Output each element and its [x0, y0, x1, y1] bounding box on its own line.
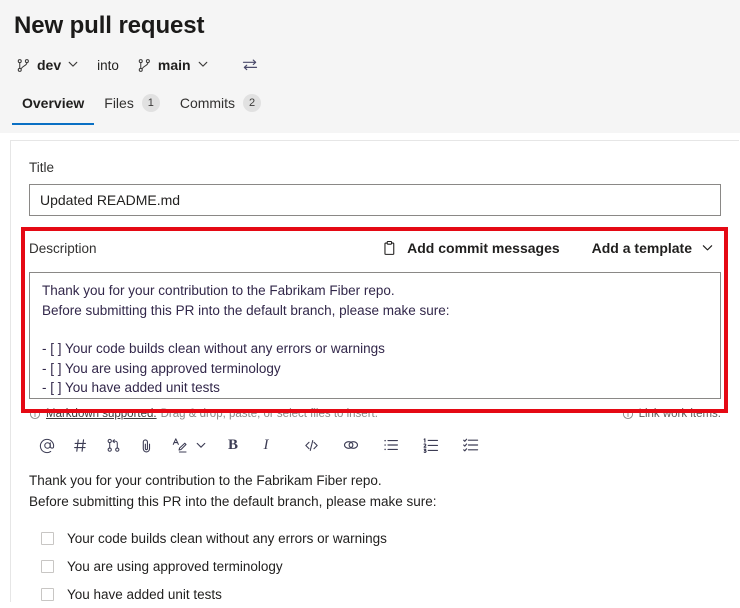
checkbox[interactable] — [41, 587, 54, 601]
page-title: New pull request — [14, 12, 205, 39]
source-branch-name: dev — [37, 57, 62, 73]
add-commit-messages-button[interactable]: Add commit messages — [381, 240, 560, 257]
description-field-label: Description — [29, 240, 97, 256]
add-commit-messages-label: Add commit messages — [407, 240, 560, 256]
title-input-value: Updated README.md — [40, 192, 181, 208]
tab-files-count: 1 — [141, 94, 160, 112]
bulleted-list-icon[interactable] — [378, 432, 404, 458]
description-line-blank — [42, 320, 708, 339]
branch-icon — [137, 58, 152, 73]
code-icon[interactable] — [298, 432, 324, 458]
description-line: Thank you for your contribution to the F… — [42, 283, 395, 298]
italic-glyph: I — [263, 436, 269, 453]
numbered-list-icon[interactable] — [418, 432, 444, 458]
chevron-down-icon[interactable] — [194, 432, 208, 458]
clipboard-icon — [381, 240, 398, 257]
link-work-items-button[interactable]: Link work items. — [622, 408, 721, 420]
checklist-item-label: Your code builds clean without any error… — [67, 530, 387, 546]
checklist-item[interactable]: You are using approved terminology — [29, 552, 721, 580]
description-line: - [ ] You are using approved terminology — [42, 360, 281, 376]
link-icon[interactable] — [338, 432, 364, 458]
branch-icon — [16, 58, 31, 73]
info-icon — [29, 408, 41, 420]
preview-paragraph-line: Before submitting this PR into the defau… — [29, 494, 437, 509]
chevron-down-icon — [701, 241, 715, 255]
checklist-icon[interactable] — [458, 432, 484, 458]
drag-drop-hint: Drag & drop, paste, or select files to i… — [160, 408, 378, 420]
tab-commits-count: 2 — [243, 94, 262, 112]
target-branch-selector[interactable]: main — [135, 55, 213, 75]
tab-files[interactable]: Files 1 — [94, 89, 170, 125]
bold-glyph: B — [227, 436, 238, 453]
preview-checklist: Your code builds clean without any error… — [29, 524, 721, 608]
description-line: - [ ] You have added unit tests — [42, 380, 220, 395]
description-header-row: Description Add commit messages Add a te… — [29, 216, 721, 263]
title-field-label: Title — [29, 160, 55, 175]
pr-form-card: Title Updated README.md Description Add … — [10, 140, 739, 602]
pull-request-icon[interactable] — [100, 432, 126, 458]
chevron-down-icon — [67, 58, 81, 72]
swap-branches-icon — [241, 56, 259, 74]
tab-commits[interactable]: Commits 2 — [170, 89, 271, 125]
italic-icon[interactable]: I — [253, 432, 279, 458]
work-item-hash-icon[interactable] — [67, 432, 93, 458]
add-template-button[interactable]: Add a template — [592, 240, 715, 256]
markdown-supported-link[interactable]: Markdown supported. — [46, 408, 157, 420]
branch-selector-row: dev into main — [0, 41, 740, 79]
description-textarea[interactable]: Thank you for your contribution to the F… — [29, 272, 721, 399]
swap-branches-button[interactable] — [241, 56, 259, 74]
attachment-paperclip-icon[interactable] — [133, 432, 159, 458]
add-template-label: Add a template — [591, 240, 692, 256]
tab-files-label: Files — [104, 95, 134, 111]
page-header: New pull request dev into main Overview … — [0, 0, 740, 133]
description-preview: Thank you for your contribution to the F… — [29, 460, 721, 608]
source-branch-selector[interactable]: dev — [14, 55, 83, 75]
checklist-item[interactable]: Your code builds clean without any error… — [29, 524, 721, 552]
checkbox[interactable] — [41, 559, 54, 573]
preview-paragraph-line: Thank you for your contribution to the F… — [29, 473, 382, 488]
checklist-item[interactable]: You have added unit tests — [29, 580, 721, 608]
bold-icon[interactable]: B — [220, 432, 246, 458]
checklist-item-label: You are using approved terminology — [67, 558, 283, 574]
title-input[interactable]: Updated README.md — [29, 184, 721, 216]
chevron-down-icon — [197, 58, 211, 72]
link-work-items-label: Link work items. — [638, 408, 721, 420]
tab-overview[interactable]: Overview — [12, 89, 95, 125]
into-label: into — [97, 57, 119, 73]
checkbox[interactable] — [41, 531, 54, 545]
description-line: - [ ] Your code builds clean without any… — [42, 341, 385, 356]
target-branch-name: main — [157, 57, 191, 73]
editor-hints-row: Markdown supported. Drag & drop, paste, … — [29, 405, 721, 423]
pr-tabs: Overview Files 1 Commits 2 — [0, 89, 740, 125]
tab-commits-label: Commits — [179, 95, 236, 111]
tab-overview-label: Overview — [22, 95, 85, 111]
description-line: Before submitting this PR into the defau… — [42, 302, 450, 318]
checklist-item-label: You have added unit tests — [67, 586, 222, 602]
highlight-pen-icon[interactable] — [166, 432, 192, 458]
mention-icon[interactable] — [34, 432, 60, 458]
info-icon — [622, 408, 634, 420]
markdown-toolbar: B I — [29, 430, 721, 460]
